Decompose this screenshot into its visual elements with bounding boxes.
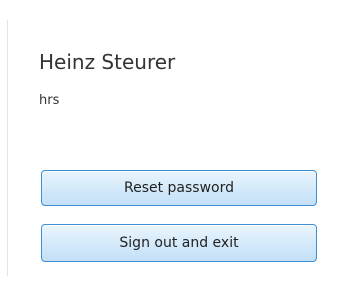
account-panel: Heinz Steurer hrs Reset password Sign ou… <box>0 0 342 285</box>
sign-out-button[interactable]: Sign out and exit <box>41 224 317 262</box>
user-full-name: Heinz Steurer <box>39 50 176 74</box>
user-id: hrs <box>39 93 60 108</box>
panel-divider <box>7 20 8 276</box>
reset-password-button[interactable]: Reset password <box>41 170 317 206</box>
